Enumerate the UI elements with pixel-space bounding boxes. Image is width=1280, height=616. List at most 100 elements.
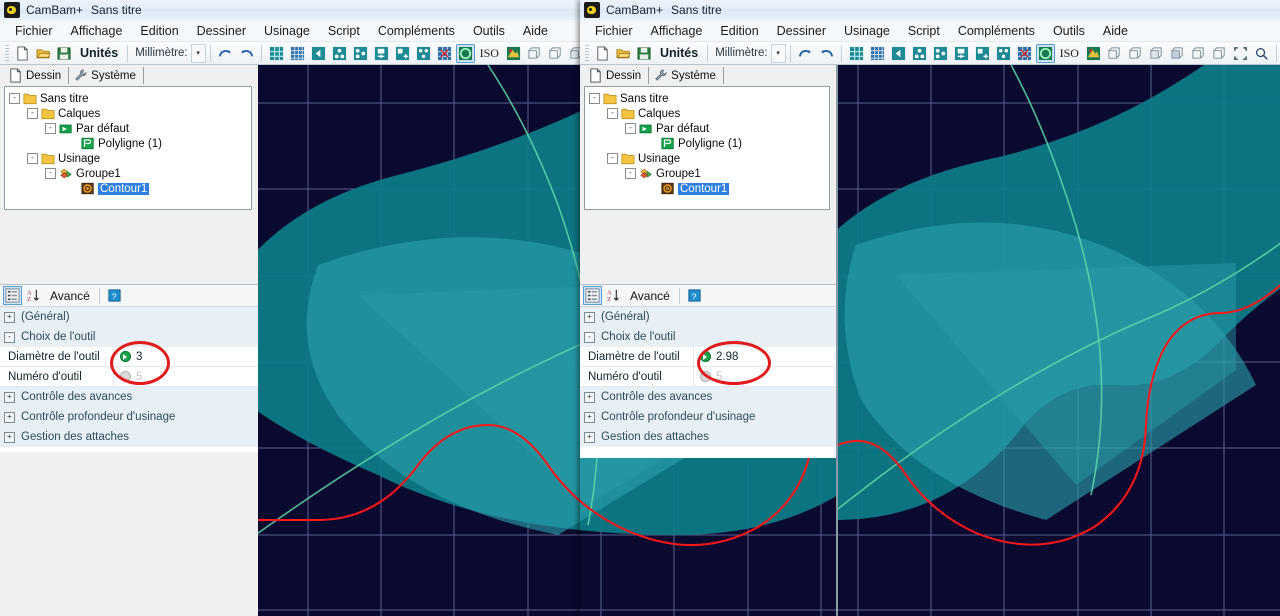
redo-arrow-icon[interactable] [817, 44, 836, 63]
expander-icon[interactable]: + [4, 391, 15, 403]
cad-viewport-front[interactable] [836, 65, 1280, 616]
save-disk-icon[interactable] [55, 44, 74, 63]
menu-fichier[interactable]: Fichier [586, 22, 642, 40]
grid-points-icon[interactable] [414, 44, 433, 63]
grid-red-icon[interactable] [435, 44, 454, 63]
grid-red-icon[interactable] [1015, 44, 1034, 63]
menu-outils[interactable]: Outils [1044, 22, 1094, 40]
grid-left-icon[interactable] [889, 44, 908, 63]
property-grid-back[interactable]: A Z Avancé ? + (Général) - Choix de l'ou… [0, 284, 258, 452]
expander-icon[interactable]: - [607, 153, 618, 164]
tree-node[interactable]: - Groupe1 [9, 166, 248, 181]
property-row-tool-number[interactable]: Numéro d'outil 5 [580, 367, 836, 387]
view-box-1-icon[interactable] [1105, 44, 1124, 63]
new-document-icon[interactable] [13, 44, 32, 63]
property-category-row[interactable]: + Gestion des attaches [580, 427, 836, 447]
expander-icon[interactable]: - [625, 123, 636, 134]
menu-script[interactable]: Script [319, 22, 369, 40]
view-box-3-icon[interactable] [1147, 44, 1166, 63]
menu-fichier[interactable]: Fichier [6, 22, 62, 40]
redo-arrow-icon[interactable] [237, 44, 256, 63]
toolbar-grip[interactable] [5, 45, 9, 61]
grid-points-icon[interactable] [994, 44, 1013, 63]
grid-plus-icon[interactable] [973, 44, 992, 63]
expander-icon[interactable]: - [607, 108, 618, 119]
tab-systeme[interactable]: Système [69, 67, 144, 84]
tree-node[interactable]: - Groupe1 [589, 166, 826, 181]
grid-origin-icon[interactable] [330, 44, 349, 63]
menu-dessiner[interactable]: Dessiner [768, 22, 835, 40]
toolbar-grip[interactable] [585, 45, 589, 61]
grid-plus-icon[interactable] [393, 44, 412, 63]
expander-icon[interactable]: - [4, 331, 15, 343]
new-document-icon[interactable] [593, 44, 612, 63]
property-category-row[interactable]: + Contrôle profondeur d'usinage [0, 407, 258, 427]
tree-node[interactable]: - Calques [589, 106, 826, 121]
tree-node[interactable]: - Usinage [589, 151, 826, 166]
toolbar-front[interactable]: Unités Millimètre: ▾ ISO [580, 42, 1280, 65]
tab-systeme[interactable]: Système [649, 67, 724, 84]
menu-complements[interactable]: Compléments [369, 22, 464, 40]
save-disk-icon[interactable] [635, 44, 654, 63]
tab-dessin[interactable]: Dessin [584, 67, 650, 84]
shade-toggle-icon[interactable] [455, 43, 475, 63]
property-category-row[interactable]: + Contrôle des avances [0, 387, 258, 407]
zoom-window-icon[interactable] [1252, 44, 1271, 63]
menubar-front[interactable]: Fichier Affichage Edition Dessiner Usina… [580, 20, 1280, 42]
view-box-2-icon[interactable] [1126, 44, 1145, 63]
tree-node[interactable]: Contour1 [589, 181, 826, 196]
expander-icon[interactable]: + [584, 411, 595, 423]
property-row-tool-number[interactable]: Numéro d'outil 5 [0, 367, 258, 387]
tree-node[interactable]: - Par défaut [589, 121, 826, 136]
tree-node[interactable]: Polyligne (1) [589, 136, 826, 151]
menu-script[interactable]: Script [899, 22, 949, 40]
property-category-row[interactable]: + Contrôle des avances [580, 387, 836, 407]
tab-dessin[interactable]: Dessin [4, 67, 70, 84]
expander-icon[interactable]: - [9, 93, 20, 104]
view-box-1-icon[interactable] [525, 44, 544, 63]
menu-affichage[interactable]: Affichage [62, 22, 132, 40]
property-category-row[interactable]: + (Général) [580, 307, 836, 327]
property-value-cell[interactable]: 5 [693, 367, 836, 386]
categorized-view-icon[interactable] [583, 286, 602, 305]
view-box-6-icon[interactable] [1210, 44, 1229, 63]
iso-view-label[interactable]: ISO [480, 46, 499, 61]
view-box-2-icon[interactable] [546, 44, 565, 63]
property-value-cell[interactable]: 2.98 [693, 347, 836, 366]
tree-node[interactable]: - Par défaut [9, 121, 248, 136]
units-combobox-value[interactable]: Millimètre: [712, 47, 770, 59]
open-folder-icon[interactable] [34, 44, 53, 63]
property-value-cell[interactable]: 5 [113, 367, 258, 386]
show-grid-icon[interactable] [288, 44, 307, 63]
dock-tabstrip-front[interactable]: Dessin Système [580, 65, 836, 84]
property-grid-front[interactable]: A Z Avancé ? + (Général) - Choix de l'ou… [580, 284, 836, 458]
property-value-cell[interactable]: 3 [113, 347, 258, 366]
menu-dessiner[interactable]: Dessiner [188, 22, 255, 40]
expander-icon[interactable]: + [4, 431, 15, 443]
menu-usinage[interactable]: Usinage [255, 22, 319, 40]
view-box-4-icon[interactable] [1168, 44, 1187, 63]
property-category-row[interactable]: + Gestion des attaches [0, 427, 258, 447]
open-folder-icon[interactable] [614, 44, 633, 63]
tree-node[interactable]: Polyligne (1) [9, 136, 248, 151]
dock-tabstrip-back[interactable]: Dessin Système [0, 65, 258, 84]
expander-icon[interactable]: - [27, 108, 38, 119]
show-grid-icon[interactable] [868, 44, 887, 63]
grid-nodes-icon[interactable] [931, 44, 950, 63]
undo-arrow-icon[interactable] [216, 44, 235, 63]
property-toolbar-front[interactable]: A Z Avancé ? [580, 285, 836, 307]
expander-icon[interactable]: - [589, 93, 600, 104]
property-category-row[interactable]: + Contrôle profondeur d'usinage [580, 407, 836, 427]
property-category-row[interactable]: - Choix de l'outil [580, 327, 836, 347]
expander-icon[interactable]: + [4, 411, 15, 423]
project-tree-back[interactable]: - Sans titre - Calques - Par défaut Poly… [4, 86, 252, 210]
undo-arrow-icon[interactable] [796, 44, 815, 63]
categorized-view-icon[interactable] [3, 286, 22, 305]
tree-node[interactable]: - Calques [9, 106, 248, 121]
property-toolbar-back[interactable]: A Z Avancé ? [0, 285, 258, 307]
property-category-row[interactable]: - Choix de l'outil [0, 327, 258, 347]
expander-icon[interactable]: - [27, 153, 38, 164]
menu-edition[interactable]: Edition [711, 22, 767, 40]
sort-alpha-icon[interactable]: A Z [604, 286, 623, 305]
tree-node[interactable]: - Sans titre [589, 91, 826, 106]
